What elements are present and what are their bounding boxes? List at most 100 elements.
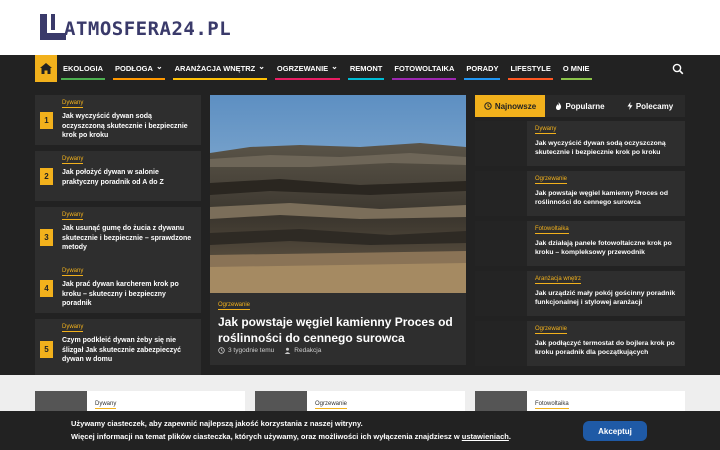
chevron-down-icon: ⌄ <box>258 62 265 71</box>
nav-item-label: REMONT <box>349 64 383 73</box>
rank-title[interactable]: Jak usunąć gumę do żucia z dywanu skutec… <box>62 224 196 253</box>
logo-mark-icon <box>40 13 66 40</box>
logo-text: ATMOSFERA24.PL <box>64 18 232 40</box>
post-thumbnail[interactable] <box>475 221 527 266</box>
nav-item-label: LIFESTYLE <box>510 64 551 73</box>
site-header: ATMOSFERA24.PL <box>0 0 720 55</box>
nav-item-label: PORADY <box>466 64 499 73</box>
cookie-line-1: Używamy ciasteczek, aby zapewnić najleps… <box>71 419 363 428</box>
nav-item-porady[interactable]: PORADY <box>460 55 504 82</box>
ranked-list-item[interactable]: 1 Dywany Jak wyczyścić dywan sodą oczyszcz… <box>35 95 201 145</box>
article-category[interactable]: Fotowoltaika <box>535 401 569 409</box>
post-thumbnail[interactable] <box>475 321 527 366</box>
nav-item-underline <box>172 78 267 80</box>
featured-author[interactable]: Redakcja <box>294 347 321 354</box>
ranked-list-item[interactable]: 5 Dywany Czym podkleić dywan żeby się nie … <box>35 319 201 375</box>
featured-image[interactable] <box>210 95 466 293</box>
nav-menu: EKOLOGIA PODŁOGA ⌄ ARANŻACJA WNĘTRZ ⌄ OGRZEWA… <box>57 55 596 82</box>
rank-number-badge: 1 <box>40 112 53 129</box>
nav-item-underline <box>274 78 340 80</box>
bolt-icon <box>627 102 633 110</box>
post-thumbnail[interactable] <box>475 121 527 166</box>
rank-title[interactable]: Czym podkleić dywan żeby się nie ślizgał… <box>62 336 196 365</box>
nav-item-aranżacja-wnętrz[interactable]: ARANŻACJA WNĘTRZ ⌄ <box>169 55 271 82</box>
nav-item-label: EKOLOGIA <box>63 64 104 73</box>
chevron-down-icon: ⌄ <box>155 62 163 71</box>
tab-najnowsze[interactable]: Najnowsze <box>475 95 545 117</box>
site-logo[interactable]: ATMOSFERA24.PL <box>40 13 231 40</box>
rank-category[interactable]: Dywany <box>62 324 84 332</box>
nav-item-o-mnie[interactable]: O MNIE <box>557 55 596 82</box>
cookie-banner: Używamy ciasteczek, aby zapewnić najleps… <box>0 411 720 450</box>
cookie-message: Używamy ciasteczek, aby zapewnić najleps… <box>71 417 591 443</box>
post-thumbnail[interactable] <box>475 171 527 216</box>
main-navigation: EKOLOGIA PODŁOGA ⌄ ARANŻACJA WNĘTRZ ⌄ OGRZEWA… <box>0 55 720 82</box>
clock-icon <box>218 347 225 354</box>
cookie-line-2: Więcej informacji na temat plików ciaste… <box>71 432 511 441</box>
nav-search-button[interactable] <box>672 62 684 75</box>
home-icon <box>40 63 52 74</box>
nav-item-label: FOTOWOLTAIKA <box>394 64 455 73</box>
tab-popularne[interactable]: Popularne <box>545 95 615 117</box>
rank-category[interactable]: Dywany <box>62 156 84 164</box>
nav-item-label: ARANŻACJA WNĘTRZ <box>174 64 256 73</box>
featured-title[interactable]: Jak powstaje węgiel kamienny Proces od r… <box>218 314 458 346</box>
ranked-list-item[interactable]: 3 Dywany Jak usunąć gumę do żucia z dywanu… <box>35 207 201 263</box>
sidebar-post-item[interactable]: Dywany Jak wyczyścić dywan sodą oczyszczo… <box>475 121 685 166</box>
sidebar-post-item[interactable]: Fotowoltaika Jak działają panele fotowolt… <box>475 221 685 266</box>
sidebar-post-item[interactable]: Aranżacja wnętrz Jak urządzić mały pokój … <box>475 271 685 316</box>
nav-item-underline <box>61 78 106 80</box>
nav-item-ekologia[interactable]: EKOLOGIA <box>57 55 109 82</box>
sidebar-post-category[interactable]: Aranżacja wnętrz <box>535 276 582 284</box>
article-category[interactable]: Ogrzewanie <box>315 401 348 409</box>
nav-item-underline <box>392 78 457 80</box>
sidebar-post-category[interactable]: Dywany <box>535 126 557 134</box>
nav-item-remont[interactable]: REMONT <box>344 55 389 82</box>
featured-article[interactable]: Ogrzewanie Jak powstaje węgiel kamienny … <box>210 95 466 365</box>
tab-polecamy[interactable]: Polecamy <box>615 95 685 117</box>
rank-title[interactable]: Jak prać dywan karcherem krok po kroku –… <box>62 280 196 309</box>
rank-category[interactable]: Dywany <box>62 100 84 108</box>
sidebar-post-item[interactable]: Ogrzewanie Jak podłączyć termostat do boj… <box>475 321 685 366</box>
sidebar-post-title[interactable]: Jak powstaje węgiel kamienny Proces od r… <box>535 189 681 207</box>
rank-category[interactable]: Dywany <box>62 268 84 276</box>
nav-item-underline <box>113 78 165 80</box>
sidebar-post-title[interactable]: Jak działają panele fotowoltaiczne krok … <box>535 239 681 257</box>
featured-meta: 3 tygodnie temu Redakcja <box>218 347 321 354</box>
accept-cookies-button[interactable]: Akceptuj <box>583 421 647 441</box>
rank-category[interactable]: Dywany <box>62 212 84 220</box>
rank-number-badge: 2 <box>40 168 53 185</box>
nav-item-lifestyle[interactable]: LIFESTYLE <box>504 55 556 82</box>
sidebar-post-category[interactable]: Ogrzewanie <box>535 326 568 334</box>
rank-title[interactable]: Jak położyć dywan w salonie praktyczny p… <box>62 168 196 187</box>
article-category[interactable]: Dywany <box>95 401 117 409</box>
clock-icon <box>484 102 492 110</box>
rank-number-badge: 5 <box>40 341 53 358</box>
nav-item-underline <box>464 78 501 80</box>
featured-time: 3 tygodnie temu <box>228 347 275 354</box>
nav-item-podłoga[interactable]: PODŁOGA ⌄ <box>109 55 169 82</box>
sidebar-post-title[interactable]: Jak urządzić mały pokój gościnny poradni… <box>535 289 681 307</box>
home-button[interactable] <box>35 55 57 82</box>
sidebar-post-category[interactable]: Ogrzewanie <box>535 176 568 184</box>
sidebar-post-title[interactable]: Jak podłączyć termostat do bojlera krok … <box>535 339 681 357</box>
search-icon <box>672 63 684 75</box>
sidebar-post-item[interactable]: Ogrzewanie Jak powstaje węgiel kamienny P… <box>475 171 685 216</box>
post-thumbnail[interactable] <box>475 271 527 316</box>
sidebar-post-category[interactable]: Fotowoltaika <box>535 226 569 234</box>
ranked-list-item[interactable]: 4 Dywany Jak prać dywan karcherem krok po … <box>35 263 201 313</box>
featured-category[interactable]: Ogrzewanie <box>218 302 251 310</box>
nav-item-underline <box>347 78 385 80</box>
nav-item-fotowoltaika[interactable]: FOTOWOLTAIKA <box>388 55 460 82</box>
sidebar-tabs: Najnowsze Popularne Polecamy <box>475 95 685 117</box>
nav-item-underline <box>508 78 553 80</box>
rank-title[interactable]: Jak wyczyścić dywan sodą oczyszczoną sku… <box>62 112 196 141</box>
cookie-settings-link[interactable]: ustawieniach <box>462 432 509 441</box>
nav-item-underline <box>560 78 592 80</box>
rank-number-badge: 4 <box>40 280 53 297</box>
nav-item-ogrzewanie[interactable]: OGRZEWANIE ⌄ <box>271 55 344 82</box>
sidebar-post-title[interactable]: Jak wyczyścić dywan sodą oczyszczoną sku… <box>535 139 681 157</box>
ranked-list-item[interactable]: 2 Dywany Jak położyć dywan w salonie prakt… <box>35 151 201 201</box>
nav-item-label: OGRZEWANIE <box>276 64 329 73</box>
rank-number-badge: 3 <box>40 229 53 246</box>
